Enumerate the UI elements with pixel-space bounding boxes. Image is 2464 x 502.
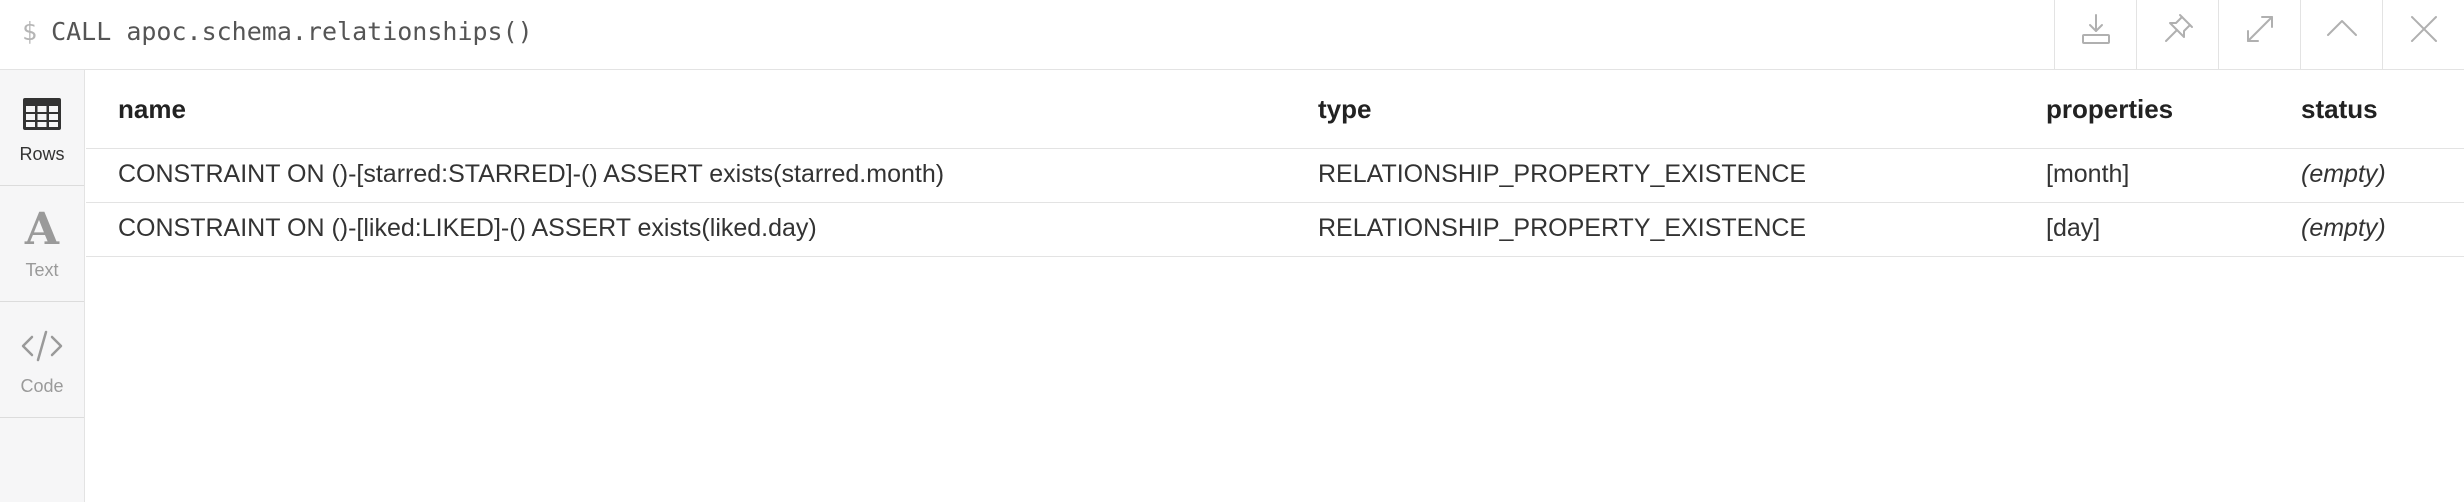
pin-button[interactable] [2136, 0, 2218, 69]
text-icon: A [24, 204, 60, 255]
table-row: CONSTRAINT ON ()-[liked:LIKED]-() ASSERT… [86, 203, 2464, 257]
cell-name: CONSTRAINT ON ()-[liked:LIKED]-() ASSERT… [118, 214, 817, 242]
sidebar-item-code[interactable]: Code [0, 302, 84, 418]
query-editor[interactable]: $ CALL apoc.schema.relationships() [22, 0, 533, 64]
frame-actions [2054, 0, 2464, 69]
cell-properties: [month] [2046, 160, 2130, 188]
cell-type: RELATIONSHIP_PROPERTY_EXISTENCE [1318, 214, 1807, 242]
cell-type: RELATIONSHIP_PROPERTY_EXISTENCE [1318, 160, 1807, 188]
code-icon [20, 326, 64, 366]
download-button[interactable] [2054, 0, 2136, 69]
expand-icon [2246, 16, 2273, 42]
query-prompt: $ [22, 17, 38, 46]
column-header-type[interactable]: type [1318, 94, 1371, 125]
view-sidebar: Rows A Text Code [0, 70, 85, 502]
sidebar-item-label: Text [25, 260, 59, 280]
close-button[interactable] [2382, 0, 2464, 69]
cell-name: CONSTRAINT ON ()-[starred:STARRED]-() AS… [118, 160, 945, 188]
result-table: name type properties status CONSTRAINT O… [86, 70, 2464, 257]
sidebar-item-label: Rows [19, 144, 65, 164]
pin-icon [2164, 14, 2193, 42]
sidebar-item-text[interactable]: A Text [0, 186, 84, 302]
table-header-row: name type properties status [86, 70, 2464, 149]
table-row: CONSTRAINT ON ()-[starred:STARRED]-() AS… [86, 149, 2464, 203]
sidebar-item-label: Code [20, 376, 64, 396]
result-frame: $ CALL apoc.schema.relationships() Rows … [0, 0, 2464, 502]
column-header-status[interactable]: status [2301, 94, 2378, 125]
fullscreen-button[interactable] [2218, 0, 2300, 69]
cell-properties: [day] [2046, 214, 2101, 242]
query-text[interactable]: CALL apoc.schema.relationships() [51, 17, 533, 46]
cell-status: (empty) [2301, 160, 2386, 188]
collapse-button[interactable] [2300, 0, 2382, 69]
table-icon [22, 94, 62, 134]
sidebar-item-rows[interactable]: Rows [0, 70, 84, 186]
frame-header: $ CALL apoc.schema.relationships() [0, 0, 2464, 70]
result-table-area: name type properties status CONSTRAINT O… [86, 70, 2464, 502]
download-icon [2081, 14, 2110, 44]
cell-status: (empty) [2301, 214, 2386, 242]
column-header-name[interactable]: name [118, 94, 186, 125]
column-header-properties[interactable]: properties [2046, 94, 2173, 125]
close-icon [2410, 16, 2437, 42]
collapse-up-icon [2326, 20, 2357, 36]
